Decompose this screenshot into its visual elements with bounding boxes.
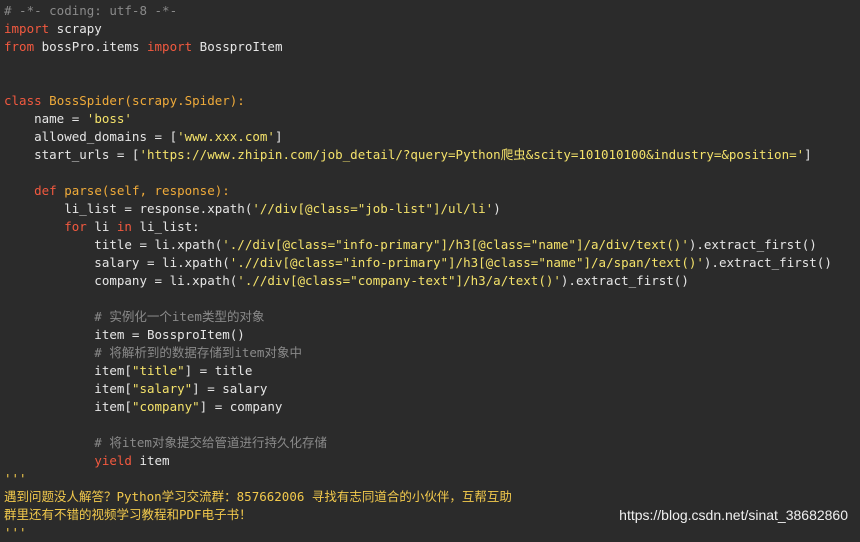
code-token: ] = salary [192, 381, 268, 396]
code-token: title = li.xpath( [4, 237, 223, 252]
code-token: ''' [4, 525, 27, 540]
code-token: ''' [4, 471, 27, 486]
code-token: "company" [131, 399, 200, 414]
code-token: "salary" [131, 381, 193, 396]
code-token: class [4, 93, 42, 108]
code-line: salary = li.xpath('.//div[@class="info-p… [0, 254, 860, 272]
code-line: # 将解析到的数据存储到item对象中 [0, 344, 860, 362]
code-line: start_urls = ['https://www.zhipin.com/jo… [0, 146, 860, 164]
code-token: in [116, 219, 132, 234]
code-token: def [34, 183, 57, 198]
code-token: parse(self, response): [56, 183, 230, 198]
code-line: for li in li_list: [0, 218, 860, 236]
code-editor: # -*- coding: utf-8 -*- import scrapy from… [0, 0, 860, 540]
code-token: yield [94, 453, 132, 468]
code-token: company = li.xpath( [4, 273, 238, 288]
code-token: './/div[@class="info-primary"]/h3[@class… [222, 237, 689, 252]
code-token: from [4, 39, 35, 54]
code-token: item [131, 453, 170, 468]
code-token: 'www.xxx.com' [177, 129, 275, 144]
code-token: allowed_domains = [ [4, 129, 178, 144]
code-line: item["salary"] = salary [0, 380, 860, 398]
code-token: ] [804, 147, 812, 162]
code-line: title = li.xpath('.//div[@class="info-pr… [0, 236, 860, 254]
code-line: name = 'boss' [0, 110, 860, 128]
code-token: # -*- coding: utf-8 -*- [4, 3, 178, 18]
code-token: name = [4, 111, 87, 126]
code-line: li_list = response.xpath('//div[@class="… [0, 200, 860, 218]
watermark-url: https://blog.csdn.net/sinat_38682860 [619, 507, 848, 523]
code-token: 遇到问题没人解答？Python学习交流群：857662006 寻找有志同道合的小… [4, 489, 512, 504]
code-token: ).extract_first() [703, 255, 832, 270]
code-token: li_list = response.xpath( [4, 201, 253, 216]
code-token: scrapy [49, 21, 102, 36]
code-token: import [147, 39, 193, 54]
code-token: 'boss' [86, 111, 132, 126]
code-token: ).extract_first() [560, 273, 689, 288]
code-token: # 将解析到的数据存储到item对象中 [4, 345, 302, 360]
code-token: import [4, 21, 50, 36]
code-token: start_urls = [ [4, 147, 140, 162]
code-line: company = li.xpath('.//div[@class="compa… [0, 272, 860, 290]
code-token: li_list: [131, 219, 200, 234]
code-line: # 将item对象提交给管道进行持久化存储 [0, 434, 860, 452]
code-token: ] = title [184, 363, 253, 378]
code-token: "title" [131, 363, 185, 378]
code-token: BossproItem [192, 39, 283, 54]
code-line: # 实例化一个item类型的对象 [0, 308, 860, 326]
code-token: # 实例化一个item类型的对象 [4, 309, 265, 324]
code-line: allowed_domains = ['www.xxx.com'] [0, 128, 860, 146]
code-token: BossSpider(scrapy.Spider): [41, 93, 245, 108]
code-line: # -*- coding: utf-8 -*- [0, 2, 860, 20]
code-line: class BossSpider(scrapy.Spider): [0, 92, 860, 110]
code-token: './/div[@class="company-text"]/h3/a/text… [237, 273, 561, 288]
code-token: ) [493, 201, 501, 216]
code-line: item = BossproItem() [0, 326, 860, 344]
code-block: # -*- coding: utf-8 -*- import scrapy from… [0, 2, 860, 542]
code-token: 群里还有不错的视频学习教程和PDF电子书！ [4, 507, 252, 522]
code-token: li [86, 219, 117, 234]
code-token: ).extract_first() [688, 237, 817, 252]
code-token: item[ [4, 399, 132, 414]
code-line: import scrapy [0, 20, 860, 38]
code-token: salary = li.xpath( [4, 255, 230, 270]
code-line: item["title"] = title [0, 362, 860, 380]
code-line: ''' [0, 524, 860, 542]
code-token: item = BossproItem() [4, 327, 245, 342]
code-line: yield item [0, 452, 860, 470]
code-token: item[ [4, 363, 132, 378]
code-token: './/div[@class="info-primary"]/h3[@class… [229, 255, 704, 270]
code-line: ''' [0, 470, 860, 488]
code-token: bossPro.items [34, 39, 147, 54]
code-token: ] [274, 129, 283, 144]
code-line: def parse(self, response): [0, 182, 860, 200]
code-token: # 将item对象提交给管道进行持久化存储 [4, 435, 327, 450]
code-line: 遇到问题没人解答？Python学习交流群：857662006 寻找有志同道合的小… [0, 488, 860, 506]
code-token: ] = company [199, 399, 283, 414]
code-line: item["company"] = company [0, 398, 860, 416]
code-token: for [64, 219, 87, 234]
code-token: '//div[@class="job-list"]/ul/li' [252, 201, 494, 216]
code-token: item[ [4, 381, 132, 396]
code-line: from bossPro.items import BossproItem [0, 38, 860, 56]
code-token: 'https://www.zhipin.com/job_detail/?quer… [139, 147, 805, 162]
